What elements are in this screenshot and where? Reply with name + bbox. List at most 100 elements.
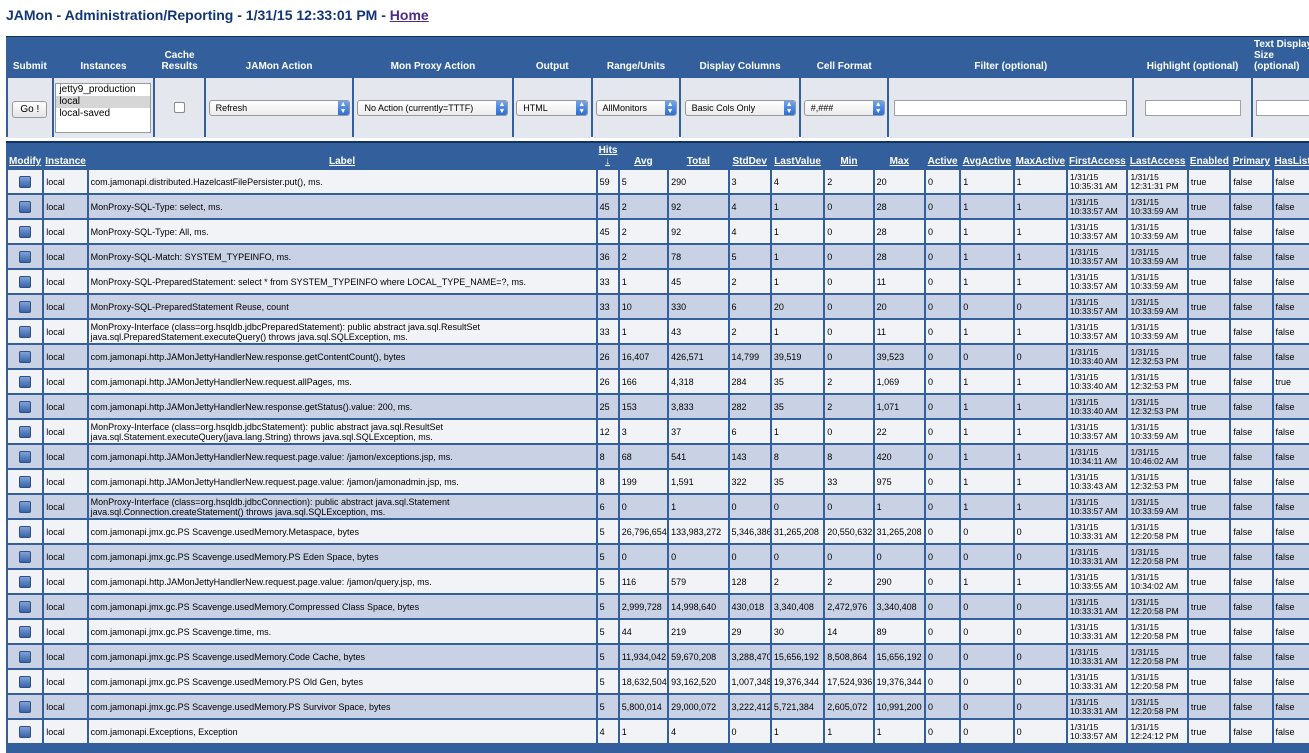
modify-button[interactable]: [19, 275, 32, 288]
modify-button[interactable]: [19, 350, 32, 363]
column-header-max[interactable]: Max: [875, 145, 924, 168]
label-cell: com.jamonapi.http.JAMonJettyHandlerNew.r…: [88, 370, 596, 393]
stddev-cell: 2: [729, 320, 770, 343]
modify-button[interactable]: [19, 525, 32, 538]
modify-cell: [8, 695, 43, 718]
haslisteners-cell: false: [1273, 545, 1309, 568]
modify-button[interactable]: [19, 425, 32, 438]
avg-cell: 11,934,042: [619, 645, 668, 668]
modify-button[interactable]: [19, 225, 32, 238]
label-cell: com.jamonapi.Exceptions, Exception: [88, 720, 596, 743]
cache-results-cell: [155, 78, 204, 138]
column-header-avgactive[interactable]: AvgActive: [961, 145, 1012, 168]
modify-cell: [8, 370, 43, 393]
lastvalue-cell: 1: [771, 195, 824, 218]
home-link[interactable]: Home: [390, 7, 429, 23]
modify-button[interactable]: [19, 700, 32, 713]
enabled-cell: true: [1188, 420, 1230, 443]
firstaccess-cell: 1/31/15 10:33:31 AM: [1068, 545, 1127, 568]
select-arrows-icon: ▲ ▼: [664, 100, 676, 115]
column-header-enabled[interactable]: Enabled: [1189, 145, 1229, 168]
modify-cell: [8, 445, 43, 468]
column-header-avg[interactable]: Avg: [620, 145, 667, 168]
instances-listbox[interactable]: jetty9_production local local-saved: [55, 83, 152, 133]
modify-button[interactable]: [19, 175, 32, 188]
modify-button[interactable]: [19, 550, 32, 563]
firstaccess-cell: 1/31/15 10:33:57 AM: [1068, 720, 1127, 743]
instance-cell: local: [44, 245, 87, 268]
column-header-haslisteners[interactable]: HasListeners: [1274, 145, 1309, 168]
mon-proxy-action-value: No Action (currently=TTTF): [364, 102, 474, 113]
total-cell: 0: [669, 545, 728, 568]
modify-button[interactable]: [19, 450, 32, 463]
column-header-instance[interactable]: Instance: [44, 145, 86, 168]
column-header-lastvalue[interactable]: LastValue: [772, 145, 823, 168]
range-units-value: AllMonitors: [602, 102, 648, 113]
highlight-input[interactable]: [1144, 99, 1241, 116]
active-cell: 0: [925, 420, 960, 443]
jamon-action-select[interactable]: Refresh ▲ ▼: [208, 99, 350, 116]
primary-cell: false: [1231, 370, 1272, 393]
active-cell: 0: [925, 645, 960, 668]
modify-cell: [8, 420, 43, 443]
column-header-hits[interactable]: Hits ↓: [598, 145, 618, 168]
column-header-lastaccess[interactable]: LastAccess: [1128, 145, 1186, 168]
modify-button[interactable]: [19, 400, 32, 413]
modify-button[interactable]: [19, 250, 32, 263]
cache-results-checkbox[interactable]: [174, 102, 186, 114]
modify-button[interactable]: [19, 675, 32, 688]
hits-cell: 5: [597, 545, 618, 568]
modify-button[interactable]: [19, 575, 32, 588]
modify-button[interactable]: [19, 200, 32, 213]
stddev-cell: 0: [729, 495, 770, 518]
filter-input[interactable]: [894, 99, 1128, 116]
min-cell: 8,508,864: [825, 645, 873, 668]
max-cell: 19,376,344: [874, 670, 924, 693]
column-header-stddev[interactable]: StdDev: [730, 145, 770, 168]
modify-button[interactable]: [19, 500, 32, 513]
maxactive-cell: 1: [1014, 370, 1067, 393]
table-row: local com.jamonapi.http.JAMonJettyHandler…: [8, 370, 1309, 393]
enabled-cell: true: [1188, 520, 1230, 543]
display-columns-select[interactable]: Basic Cols Only ▲ ▼: [684, 99, 796, 116]
text-display-size-input[interactable]: [1255, 99, 1309, 116]
modify-button[interactable]: [19, 475, 32, 488]
primary-cell: false: [1231, 495, 1272, 518]
table-row: local com.jamonapi.distributed.HazelcastF…: [8, 170, 1309, 193]
instance-option[interactable]: local: [56, 96, 151, 108]
lastvalue-cell: 5,721,384: [771, 695, 824, 718]
maxactive-cell: 1: [1014, 220, 1067, 243]
instance-option[interactable]: local-saved: [56, 108, 150, 120]
hits-cell: 45: [597, 195, 618, 218]
column-header-total[interactable]: Total: [669, 145, 727, 168]
modify-button[interactable]: [19, 325, 32, 338]
total-cell: 43: [669, 320, 728, 343]
modify-button[interactable]: [19, 375, 32, 388]
column-header-maxactive[interactable]: MaxActive: [1015, 145, 1066, 168]
mon-proxy-action-select[interactable]: No Action (currently=TTTF) ▲ ▼: [357, 99, 509, 116]
avgactive-cell: 1: [961, 395, 1013, 418]
column-header-modify[interactable]: Modify: [8, 145, 42, 168]
column-header-primary[interactable]: Primary: [1231, 145, 1271, 168]
table-row: local com.jamonapi.jmx.gc.PS Scavenge.use…: [8, 595, 1309, 618]
firstaccess-cell: 1/31/15 10:33:57 AM: [1068, 420, 1127, 443]
column-header-label[interactable]: Label: [89, 145, 596, 168]
cell-format-select[interactable]: #,### ▲ ▼: [803, 99, 885, 116]
label-cell: com.jamonapi.http.JAMonJettyHandlerNew.r…: [88, 445, 596, 468]
modify-button[interactable]: [19, 650, 32, 663]
column-header-min[interactable]: Min: [825, 145, 872, 168]
column-header-firstaccess[interactable]: FirstAccess: [1068, 145, 1126, 168]
output-select[interactable]: HTML ▲ ▼: [516, 99, 589, 116]
modify-button[interactable]: [19, 600, 32, 613]
instance-option[interactable]: jetty9_production: [56, 84, 150, 96]
modify-button[interactable]: [19, 300, 32, 313]
enabled-cell: true: [1188, 170, 1230, 193]
column-header-active[interactable]: Active: [926, 145, 959, 168]
max-cell: 0: [874, 545, 924, 568]
go-button[interactable]: Go !: [12, 100, 48, 118]
modify-button[interactable]: [19, 725, 32, 738]
haslisteners-cell: false: [1273, 245, 1309, 268]
range-units-select[interactable]: AllMonitors ▲ ▼: [595, 99, 677, 116]
submit-header: Submit: [12, 61, 47, 72]
modify-button[interactable]: [19, 625, 32, 638]
